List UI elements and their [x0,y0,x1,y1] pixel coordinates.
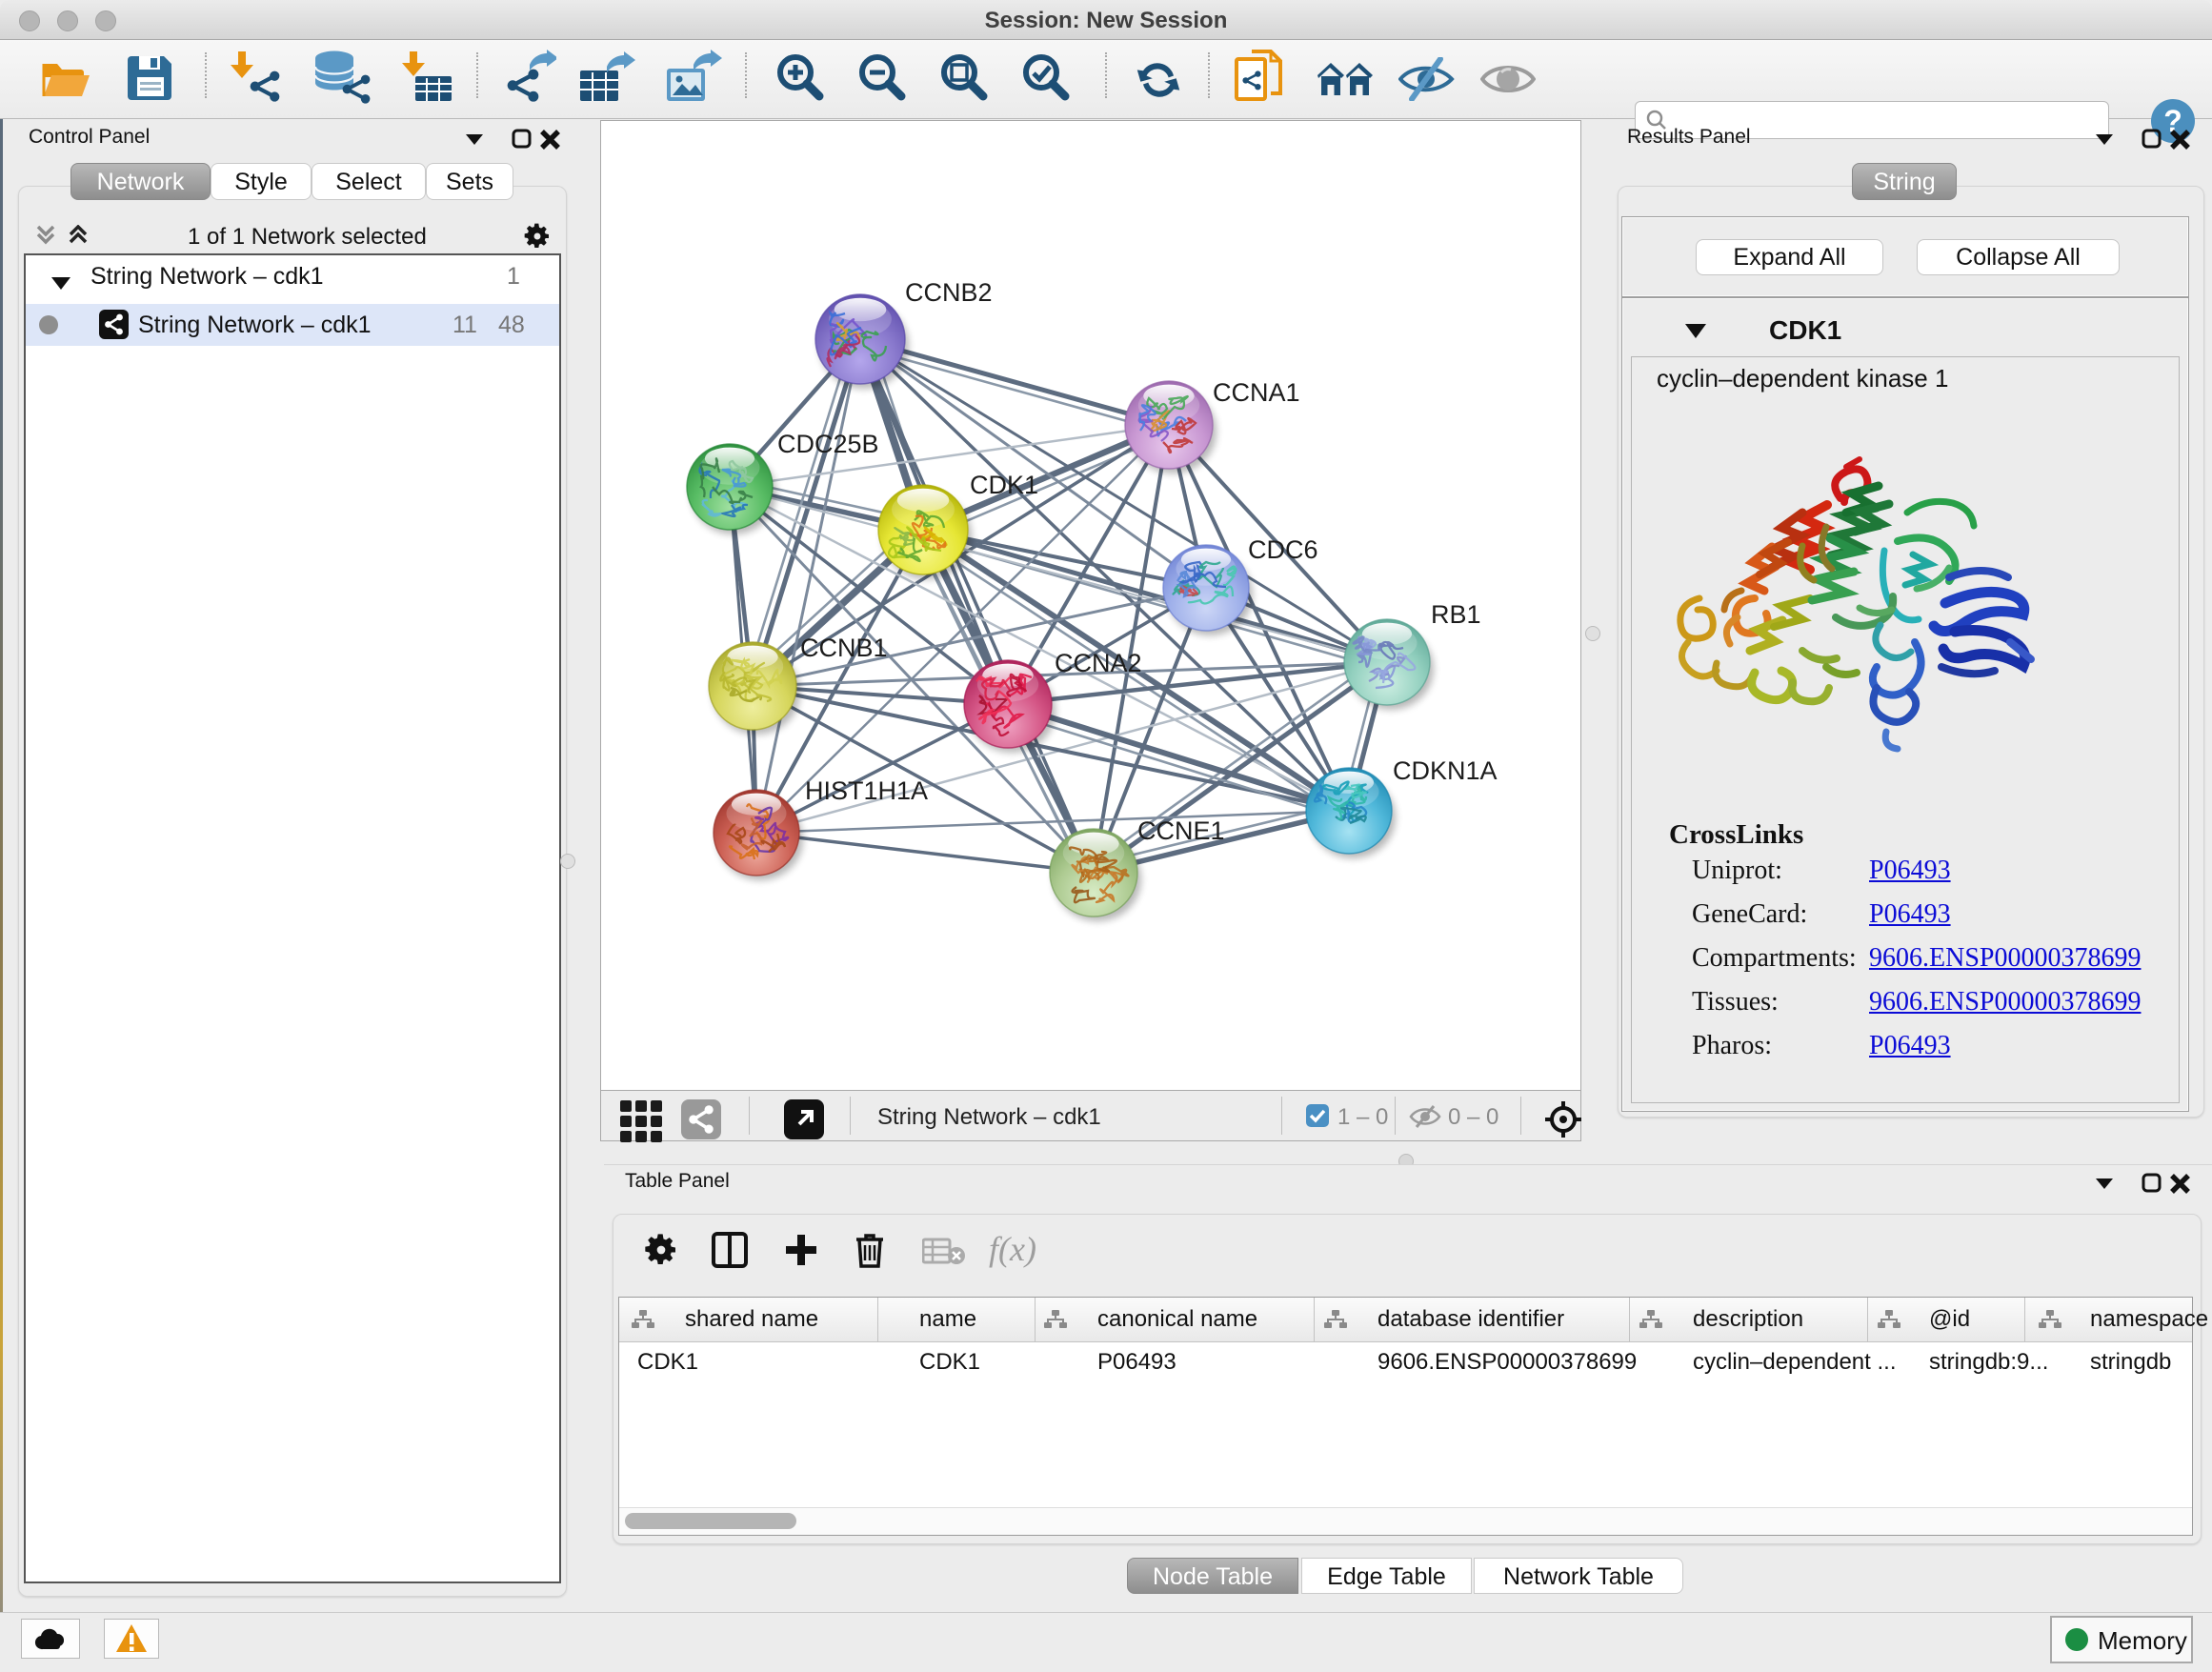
svg-text:CDK1: CDK1 [970,471,1038,499]
svg-text:RB1: RB1 [1431,600,1481,629]
svg-text:HIST1H1A: HIST1H1A [805,776,928,805]
svg-text:CCNA2: CCNA2 [1055,649,1142,677]
svg-text:CCNB1: CCNB1 [800,634,888,662]
svg-text:CCNB2: CCNB2 [905,278,993,307]
svg-text:CDKN1A: CDKN1A [1393,756,1498,785]
svg-text:CDC25B: CDC25B [777,430,879,458]
svg-text:CCNE1: CCNE1 [1137,816,1225,845]
svg-text:CDC6: CDC6 [1248,535,1318,564]
svg-text:CCNA1: CCNA1 [1213,378,1300,407]
